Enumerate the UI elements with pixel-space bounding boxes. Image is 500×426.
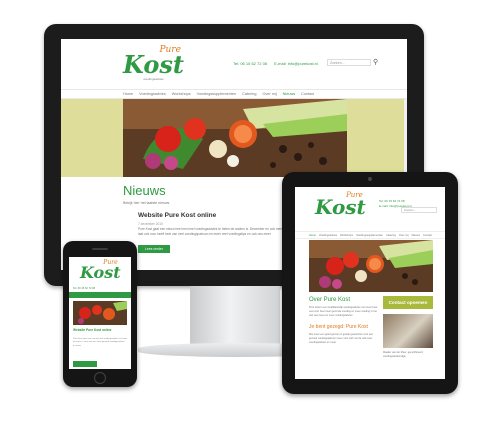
search-icon[interactable]: ⚲ — [373, 58, 378, 66]
tablet-nav-item-over-mij[interactable]: Over mij — [399, 232, 409, 239]
phone-logo-kost: Kost — [80, 263, 121, 282]
desktop-email[interactable]: E-mail: info@purekost.nl — [274, 61, 318, 66]
smartphone: Pure Kost Tel: 06 15 62 72 08 Website Pu… — [63, 241, 137, 387]
desktop-nav-item-voedingssupplementen[interactable]: Voedingssupplementen — [197, 90, 236, 98]
desktop-search-input[interactable]: Zoeken... — [327, 59, 371, 66]
desktop-hero-banner — [61, 99, 407, 177]
desktop-nav-item-catering[interactable]: Catering — [242, 90, 256, 98]
logo-kost-text: Kost — [123, 50, 184, 79]
tablet-logo[interactable]: Pure Kost — [315, 191, 366, 219]
desktop-nav-item-nieuws[interactable]: Nieuws — [283, 90, 295, 98]
desktop-nav-item-voedingsadvies[interactable]: Voedingsadvies — [139, 90, 166, 98]
tablet-logo-kost: Kost — [315, 195, 366, 219]
read-more-button[interactable]: Lees verder — [138, 245, 170, 253]
phone-post-title[interactable]: Website Pure Kost online — [73, 328, 129, 332]
tablet-nav-item-voedingssupplementen[interactable]: Voedingssupplementen — [356, 232, 383, 239]
tablet-intro-text: Pure Kost is een onafhankelijk voedingsa… — [309, 306, 378, 317]
vegetables-hero-image — [123, 99, 347, 177]
phone-logo[interactable]: Pure Kost — [80, 259, 121, 282]
phone-contact: Tel: 06 15 62 72 08 — [73, 287, 96, 290]
news-post-excerpt: Pure Kost gaat een nieuw heel een heel v… — [138, 227, 287, 236]
desktop-main-nav: Home Voedingsadvies Workshops Voedingssuppl… — [61, 89, 407, 99]
tablet-nav-item-workshops[interactable]: Workshops — [340, 232, 353, 239]
tablet-hero-image — [309, 240, 433, 292]
phone-post-text: Pure Kost gaat een nieuw heel voedingsad… — [73, 338, 127, 347]
tablet-screen: Pure Kost Tel: 06 15 62 72 08 E-mail: in… — [295, 187, 445, 379]
news-post-title[interactable]: Website Pure Kost online — [138, 212, 216, 219]
desktop-header: Pure Kost voedingsadvies Tel: 06 15 62 7… — [61, 39, 407, 89]
tablet-body-text: Met meer een goed gevoel en goede gewoon… — [309, 333, 374, 344]
tablet-search-input[interactable]: Zoeken... — [401, 207, 437, 213]
tablet-nav-item-catering[interactable]: Catering — [386, 232, 396, 239]
phone-home-button[interactable] — [94, 372, 106, 384]
tablet: Pure Kost Tel: 06 15 62 72 08 E-mail: in… — [282, 172, 458, 394]
portrait-photo — [383, 314, 433, 348]
desktop-contact-info: Tel: 06 15 62 72 08 E-mail: info@purekos… — [233, 61, 324, 66]
contact-opnemen-button[interactable]: Contact opnemen — [383, 296, 433, 309]
desktop-nav-item-over-mij[interactable]: Over mij — [263, 90, 277, 98]
page-title: Nieuws — [123, 183, 166, 198]
phone-menu-bar[interactable] — [69, 292, 131, 298]
page-subtitle: Bekijk hier het laatste nieuws — [123, 201, 170, 205]
phone-screen: Pure Kost Tel: 06 15 62 72 08 Website Pu… — [69, 257, 131, 369]
tablet-nav-item-voedingsadvies[interactable]: Voedingsadvies — [319, 232, 337, 239]
pure-kost-logo[interactable]: Pure Kost voedingsadvies — [123, 45, 184, 81]
tablet-subtitle: Je bent gezegd: Pure Kost — [309, 324, 368, 330]
tablet-nav-item-nieuws[interactable]: Nieuws — [411, 232, 420, 239]
desktop-nav-item-workshops[interactable]: Workshops — [172, 90, 191, 98]
phone-read-more-button[interactable] — [73, 361, 97, 367]
tablet-camera — [368, 177, 372, 181]
tablet-section-title: Over Pure Kost — [309, 297, 351, 303]
phone-hero-image — [73, 301, 127, 325]
desktop-nav-item-contact[interactable]: Contact — [301, 90, 314, 98]
tablet-main-nav: Home Voedingsadvies Workshops Voedingssuppl… — [295, 231, 445, 239]
desktop-phone: Tel: 06 15 62 72 08 — [233, 61, 268, 66]
news-post-date: 7 december 2015 — [138, 222, 163, 226]
desktop-nav-item-home[interactable]: Home — [123, 90, 133, 98]
portrait-caption: Maaike van der Meer, gecertificeerd voed… — [383, 351, 423, 358]
tablet-nav-item-home[interactable]: Home — [309, 232, 316, 239]
phone-speaker — [92, 248, 108, 250]
tablet-nav-item-contact[interactable]: Contact — [423, 232, 432, 239]
